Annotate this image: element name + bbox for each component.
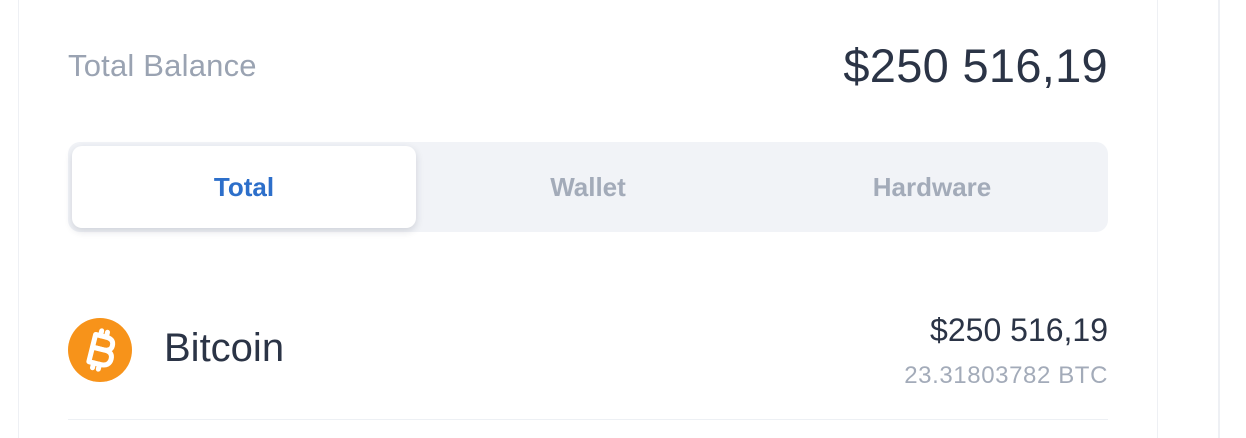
tab-total[interactable]: Total <box>72 146 416 228</box>
asset-name: Bitcoin <box>164 326 285 370</box>
adjacent-panel-edge <box>1218 0 1220 438</box>
asset-crypto-amount: 23.31803782 BTC <box>904 362 1108 389</box>
portfolio-page: Total Balance $250 516,19 Total Wallet H… <box>0 0 1246 438</box>
bitcoin-icon <box>68 318 132 382</box>
account-type-tabs: Total Wallet Hardware <box>68 142 1108 232</box>
asset-fiat-value: $250 516,19 <box>930 312 1108 348</box>
asset-row-bitcoin[interactable]: Bitcoin $250 516,19 23.31803782 BTC <box>68 300 1108 420</box>
tab-hardware[interactable]: Hardware <box>760 146 1104 228</box>
tab-wallet[interactable]: Wallet <box>416 146 760 228</box>
total-balance-label: Total Balance <box>68 48 257 83</box>
total-balance-amount: $250 516,19 <box>843 39 1108 92</box>
